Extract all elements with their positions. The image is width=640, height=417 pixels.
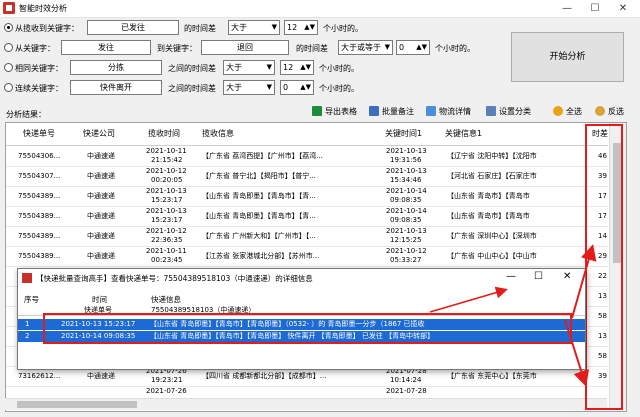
arrow-to-diff-bottom xyxy=(564,319,589,387)
annotation-arrows xyxy=(429,244,597,387)
arrow-from-details xyxy=(429,286,508,313)
arrow-to-diff-column xyxy=(571,244,597,319)
